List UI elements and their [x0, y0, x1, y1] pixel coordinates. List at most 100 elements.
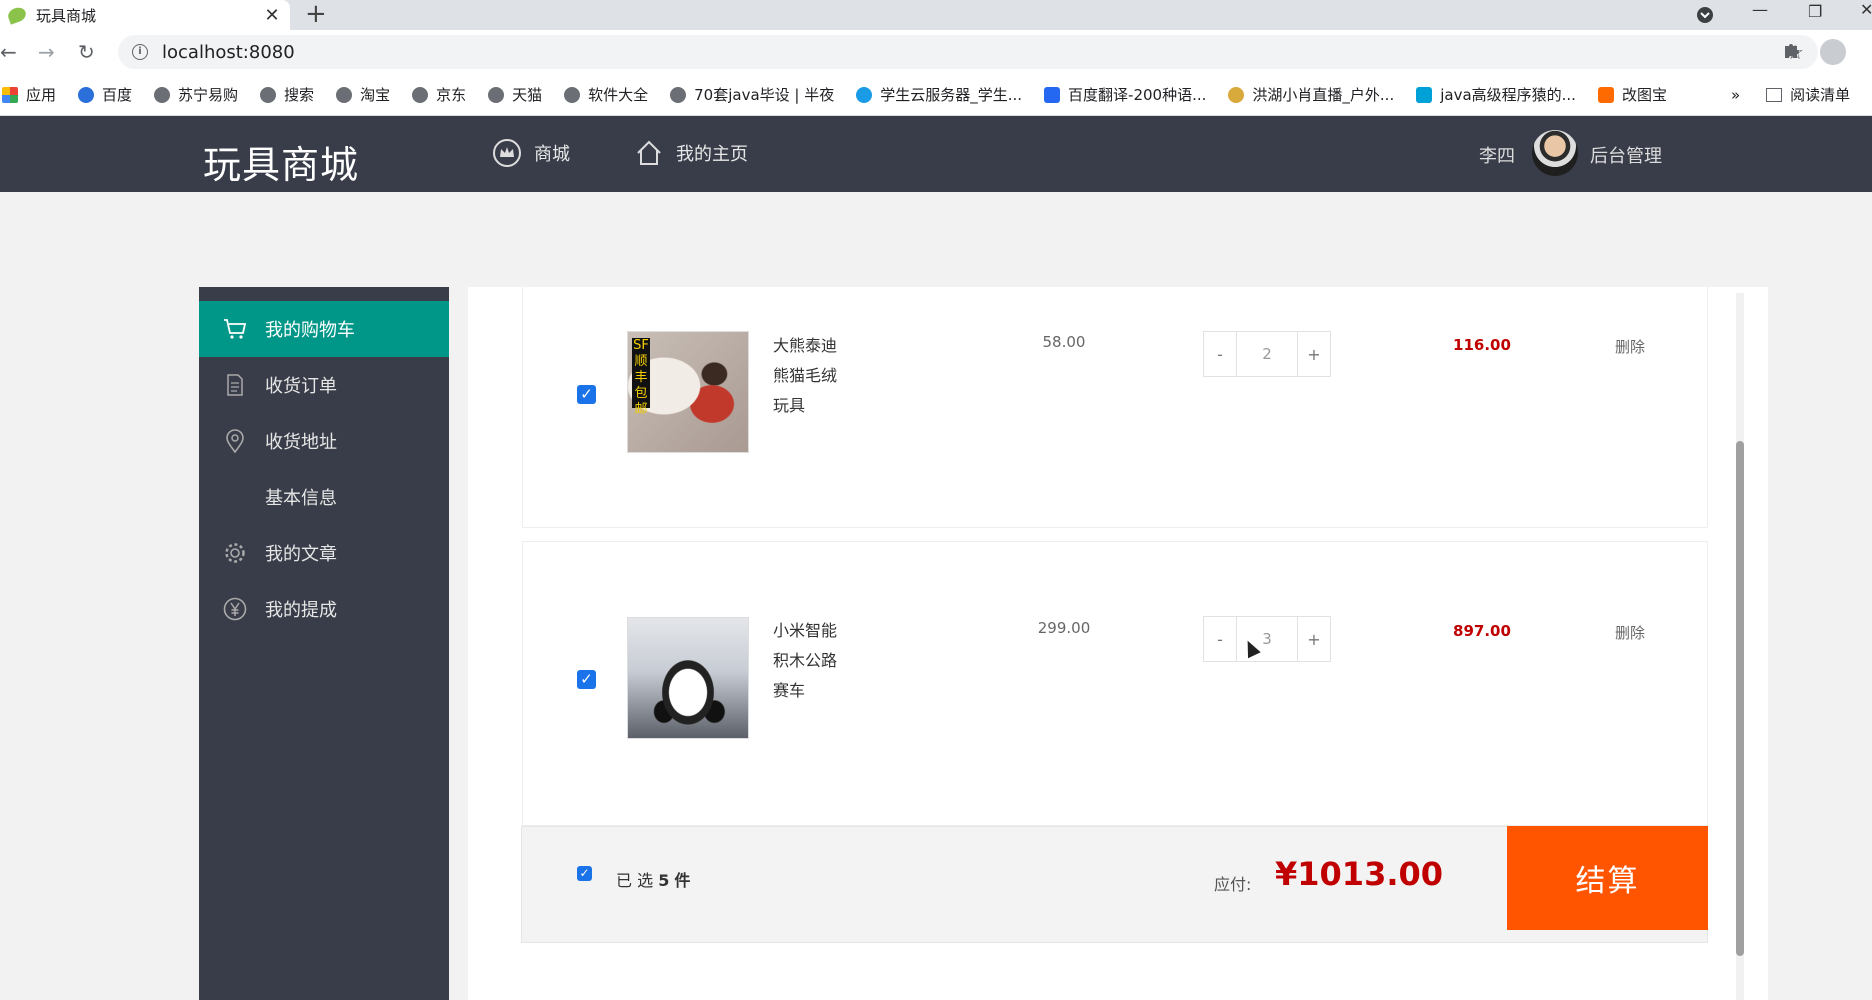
url-text[interactable]: localhost:8080 — [162, 42, 295, 63]
bookmark-label: 天猫 — [512, 86, 543, 104]
yen-icon — [223, 597, 247, 621]
bookmarks-bar: 应用 百度 苏宁易购 搜索 淘宝 京东 天猫 软件大全 70套java毕设 | … — [0, 74, 1872, 116]
cloud-icon — [856, 86, 873, 103]
sidebar-item-articles[interactable]: 我的文章 — [199, 525, 449, 581]
product-name-line: 熊猫毛绒 — [773, 366, 838, 385]
bookmark-label: 软件大全 — [588, 86, 649, 104]
extensions-puzzle-icon[interactable] — [1782, 40, 1802, 65]
scrollbar[interactable] — [1736, 293, 1744, 1000]
bookmark-search[interactable]: 搜索 — [260, 84, 314, 105]
bookmark-tmall[interactable]: 天猫 — [488, 84, 542, 105]
unit-price: 58.00 — [1042, 333, 1086, 351]
item-checkbox[interactable]: ✓ — [577, 670, 596, 689]
select-all-checkbox[interactable]: ✓ — [577, 866, 592, 881]
bookmark-label: 洪湖小肖直播_户外... — [1252, 86, 1395, 104]
bookmark-suning[interactable]: 苏宁易购 — [154, 84, 238, 105]
sidebar-item-label: 基本信息 — [265, 488, 337, 509]
profile-icon[interactable] — [1820, 39, 1846, 65]
sidebar: 我的购物车 收货订单 收货地址 基本信息 我的文章 我的提成 — [199, 287, 449, 1000]
minimize-window-icon[interactable]: — — [1752, 2, 1768, 18]
bookmark-student-cloud[interactable]: 学生云服务器_学生... — [856, 84, 1022, 105]
forward-icon[interactable]: → — [38, 40, 55, 64]
admin-link[interactable]: 后台管理 — [1590, 142, 1662, 168]
bookmark-java-senior[interactable]: java高级程序猿的... — [1416, 84, 1576, 105]
bookmark-label: 70套java毕设 | 半夜 — [694, 86, 835, 104]
sidebar-item-label: 收货地址 — [265, 432, 337, 453]
close-window-icon[interactable]: ✕ — [1860, 2, 1872, 18]
sidebar-item-label: 我的购物车 — [265, 320, 355, 341]
feather-icon — [1228, 86, 1245, 103]
sidebar-item-commission[interactable]: 我的提成 — [199, 581, 449, 637]
bookmark-apps[interactable]: 应用 — [2, 84, 56, 105]
globe-icon — [260, 86, 277, 103]
product-name-line: 小米智能 — [773, 621, 838, 640]
product-name[interactable]: 大熊泰迪 熊猫毛绒 玩具 — [773, 331, 853, 421]
product-image-race-car[interactable] — [627, 617, 749, 739]
bookmark-live-stream[interactable]: 洪湖小肖直播_户外... — [1228, 84, 1394, 105]
qty-input[interactable]: 2 — [1237, 331, 1297, 377]
sidebar-item-orders[interactable]: 收货订单 — [199, 357, 449, 413]
bookmark-baidu-translate[interactable]: 百度翻译-200种语... — [1044, 84, 1206, 105]
product-name-line: 积木公路 — [773, 651, 838, 670]
baidu-paw-icon — [78, 86, 95, 103]
bookmark-label: 百度翻译-200种语... — [1068, 86, 1207, 104]
nav-mall[interactable]: 商城 — [492, 138, 570, 168]
blank-icon — [223, 485, 247, 509]
gear-icon — [223, 541, 247, 565]
product-name[interactable]: 小米智能 积木公路 赛车 — [773, 616, 853, 706]
qty-minus-button[interactable]: - — [1203, 616, 1237, 662]
qty-plus-button[interactable]: + — [1297, 616, 1331, 662]
product-image-teddy-bear[interactable]: SF 顺丰 包邮 — [627, 331, 749, 453]
bookmark-label: 百度 — [102, 86, 133, 104]
quantity-stepper: - 2 + — [1203, 331, 1331, 377]
globe-icon — [154, 86, 171, 103]
bookmark-taobao[interactable]: 淘宝 — [336, 84, 390, 105]
browser-toolbar: ← → ↻ i localhost:8080 ☆ — [0, 30, 1872, 74]
sidebar-item-address[interactable]: 收货地址 — [199, 413, 449, 469]
restore-window-icon[interactable]: ❐ — [1808, 4, 1822, 20]
sidebar-item-basic-info[interactable]: 基本信息 — [199, 469, 449, 525]
qty-plus-button[interactable]: + — [1297, 331, 1331, 377]
checkout-button[interactable]: 结算 — [1507, 826, 1708, 930]
item-checkbox[interactable]: ✓ — [577, 385, 596, 404]
apps-grid-icon — [2, 86, 18, 103]
selected-prefix: 已 选 — [616, 871, 654, 890]
bookmark-software[interactable]: 软件大全 — [564, 84, 648, 105]
user-name[interactable]: 李四 — [1479, 142, 1515, 168]
tab-search-icon[interactable] — [1696, 6, 1714, 27]
address-bar[interactable]: i localhost:8080 ☆ — [118, 35, 1818, 69]
site-info-icon[interactable]: i — [132, 44, 148, 60]
bookmark-baidu[interactable]: 百度 — [78, 84, 132, 105]
document-icon — [223, 373, 247, 397]
reload-icon[interactable]: ↻ — [78, 40, 95, 64]
nav-my-home[interactable]: 我的主页 — [634, 138, 748, 168]
sidebar-item-label: 我的提成 — [265, 600, 337, 621]
delete-link[interactable]: 删除 — [1600, 336, 1660, 357]
total-amount: ¥1013.00 — [1275, 855, 1444, 893]
globe-icon — [564, 86, 581, 103]
bookmark-label: 应用 — [26, 86, 57, 104]
delete-link[interactable]: 删除 — [1600, 622, 1660, 643]
leaf-favicon-icon — [6, 5, 28, 25]
avatar[interactable] — [1532, 130, 1578, 176]
bookmark-jd[interactable]: 京东 — [412, 84, 466, 105]
unit-price: 299.00 — [1037, 619, 1091, 637]
home-icon — [634, 138, 664, 168]
nav-label: 商城 — [534, 144, 570, 165]
site-logo[interactable]: 玩具商城 — [203, 134, 359, 189]
browser-tab[interactable]: 玩具商城 ✕ — [0, 0, 290, 30]
reading-list[interactable]: 阅读清单 — [1766, 84, 1850, 105]
pay-label: 应付: — [1214, 875, 1252, 894]
bookmark-java-projects[interactable]: 70套java毕设 | 半夜 — [670, 84, 834, 105]
globe-icon — [336, 86, 353, 103]
scrollbar-thumb[interactable] — [1736, 441, 1744, 956]
sidebar-item-cart[interactable]: 我的购物车 — [199, 301, 449, 357]
globe-icon — [670, 86, 687, 103]
back-icon[interactable]: ← — [0, 40, 17, 64]
tab-close-icon[interactable]: ✕ — [260, 5, 284, 26]
new-tab-button[interactable]: + — [305, 0, 327, 28]
qty-minus-button[interactable]: - — [1203, 331, 1237, 377]
bookmarks-more-icon[interactable]: » — [1731, 86, 1740, 104]
bookmark-label: 淘宝 — [360, 86, 391, 104]
bookmark-gaitubao[interactable]: 改图宝 — [1597, 84, 1667, 105]
